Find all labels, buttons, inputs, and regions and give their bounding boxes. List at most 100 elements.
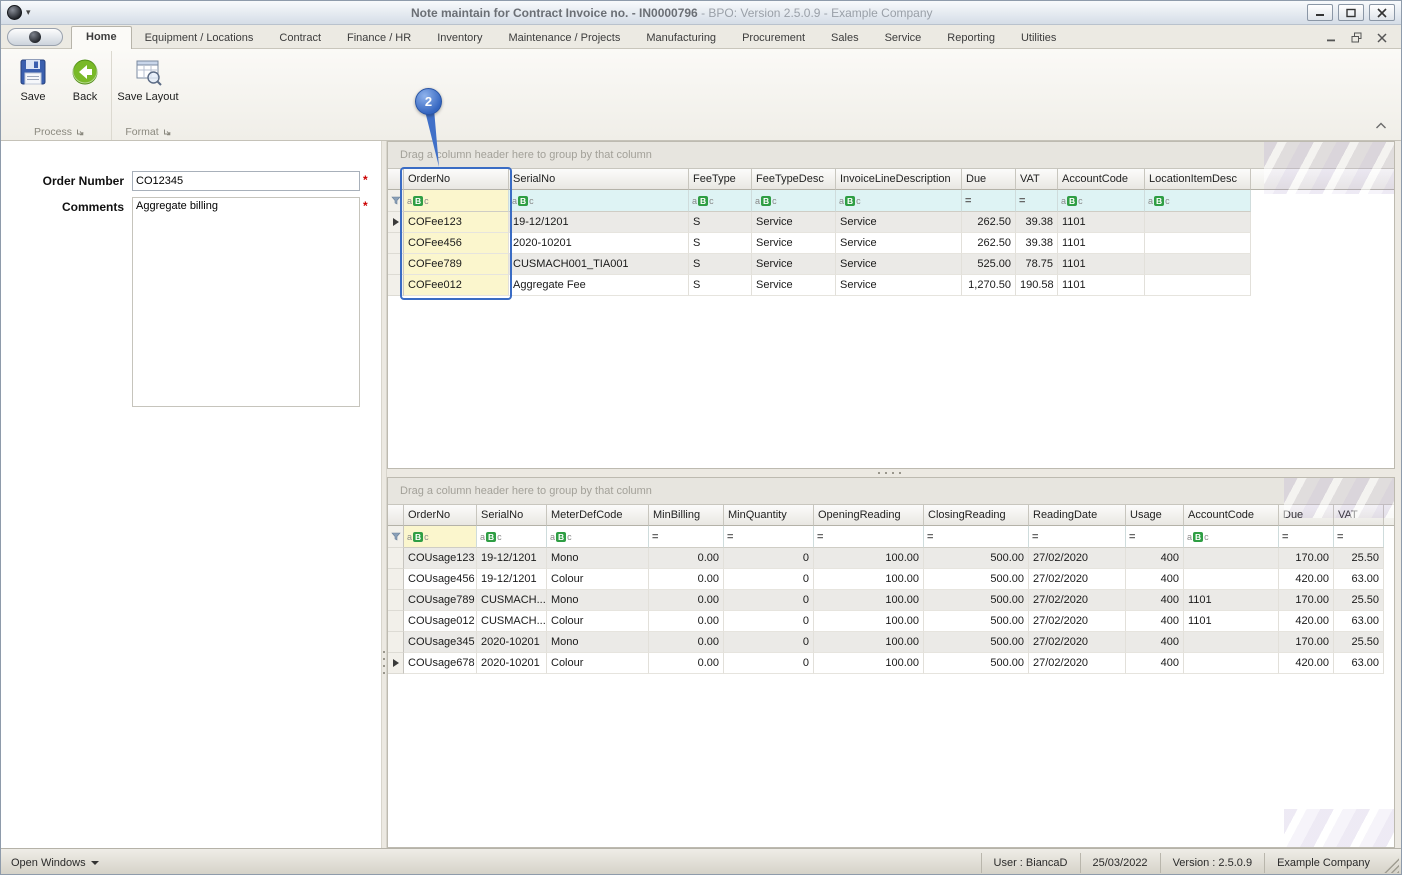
cell[interactable]: Service	[752, 275, 836, 296]
cell[interactable]: COFee789	[404, 254, 509, 275]
cell[interactable]: 170.00	[1279, 548, 1334, 569]
cell[interactable]: 63.00	[1334, 653, 1384, 674]
column-header-minquantity[interactable]: MinQuantity	[724, 505, 814, 526]
column-header-vat[interactable]: VAT	[1334, 505, 1384, 526]
cell[interactable]: Mono	[547, 590, 649, 611]
column-header-serialno[interactable]: SerialNo	[509, 169, 689, 190]
cell[interactable]: 500.00	[924, 632, 1029, 653]
cell[interactable]: 500.00	[924, 611, 1029, 632]
filter-cell-minbilling[interactable]: =	[649, 526, 724, 548]
app-icon[interactable]	[7, 5, 22, 20]
cell[interactable]: 400	[1126, 632, 1184, 653]
cell[interactable]: 0	[724, 590, 814, 611]
cell[interactable]: 27/02/2020	[1029, 632, 1126, 653]
cell[interactable]: 500.00	[924, 569, 1029, 590]
cell[interactable]: COFee012	[404, 275, 509, 296]
cell[interactable]: 25.50	[1334, 548, 1384, 569]
tab-contract[interactable]: Contract	[266, 28, 334, 48]
cell[interactable]: 78.75	[1016, 254, 1058, 275]
filter-cell-openingreading[interactable]: =	[814, 526, 924, 548]
cell[interactable]	[1184, 548, 1279, 569]
column-header-usage[interactable]: Usage	[1126, 505, 1184, 526]
cell[interactable]: 39.38	[1016, 212, 1058, 233]
filter-cell-usage[interactable]: =	[1126, 526, 1184, 548]
cell[interactable]: 170.00	[1279, 632, 1334, 653]
minimize-button[interactable]	[1307, 4, 1333, 21]
cell[interactable]: CUSMACH...	[477, 611, 547, 632]
cell[interactable]: 100.00	[814, 548, 924, 569]
tab-equipment-locations[interactable]: Equipment / Locations	[132, 28, 267, 48]
cell[interactable]: COUsage012	[404, 611, 477, 632]
close-button[interactable]	[1369, 4, 1395, 21]
column-header-locationitemdesc[interactable]: LocationItemDesc	[1145, 169, 1251, 190]
cell[interactable]	[1184, 653, 1279, 674]
column-header-feetype[interactable]: FeeType	[689, 169, 752, 190]
cell[interactable]: COFee456	[404, 233, 509, 254]
cell[interactable]	[1145, 254, 1251, 275]
tab-utilities[interactable]: Utilities	[1008, 28, 1069, 48]
filter-cell-serialno[interactable]: aBc	[477, 526, 547, 548]
cell[interactable]: 525.00	[962, 254, 1016, 275]
tab-reporting[interactable]: Reporting	[934, 28, 1008, 48]
mdi-restore-icon[interactable]	[1351, 32, 1363, 43]
column-header-orderno[interactable]: OrderNo	[404, 169, 509, 190]
filter-cell-accountcode[interactable]: aBc	[1184, 526, 1279, 548]
filter-cell-readingdate[interactable]: =	[1029, 526, 1126, 548]
cell[interactable]: 27/02/2020	[1029, 590, 1126, 611]
filter-cell-invoicelinedescription[interactable]: aBc	[836, 190, 962, 212]
cell[interactable]: Mono	[547, 632, 649, 653]
cell[interactable]: 19-12/1201	[477, 548, 547, 569]
mdi-minimize-icon[interactable]	[1326, 33, 1337, 42]
column-header-minbilling[interactable]: MinBilling	[649, 505, 724, 526]
cell[interactable]: Service	[836, 254, 962, 275]
dialog-launcher-icon[interactable]	[76, 128, 84, 136]
column-header-due[interactable]: Due	[1279, 505, 1334, 526]
cell[interactable]: 0	[724, 632, 814, 653]
cell[interactable]: 262.50	[962, 212, 1016, 233]
cell[interactable]: Service	[836, 212, 962, 233]
cell[interactable]: CUSMACH001_TIA001	[509, 254, 689, 275]
column-header-meterdefcode[interactable]: MeterDefCode	[547, 505, 649, 526]
cell[interactable]	[1184, 569, 1279, 590]
tab-finance-hr[interactable]: Finance / HR	[334, 28, 424, 48]
column-header-closingreading[interactable]: ClosingReading	[924, 505, 1029, 526]
cell[interactable]: COUsage123	[404, 548, 477, 569]
cell[interactable]: 2020-10201	[477, 653, 547, 674]
cell[interactable]: 400	[1126, 569, 1184, 590]
cell[interactable]: COUsage345	[404, 632, 477, 653]
cell[interactable]: S	[689, 233, 752, 254]
cell[interactable]: Service	[836, 275, 962, 296]
quick-access-dropdown-icon[interactable]: ▾	[26, 7, 31, 18]
filter-cell-feetype[interactable]: aBc	[689, 190, 752, 212]
cell[interactable]: 170.00	[1279, 590, 1334, 611]
cell[interactable]: Aggregate Fee	[509, 275, 689, 296]
cell[interactable]: S	[689, 275, 752, 296]
filter-cell-serialno[interactable]: aBc	[509, 190, 689, 212]
cell[interactable]: Service	[836, 233, 962, 254]
column-header-invoicelinedescription[interactable]: InvoiceLineDescription	[836, 169, 962, 190]
column-header-due[interactable]: Due	[962, 169, 1016, 190]
maximize-button[interactable]	[1338, 4, 1364, 21]
cell[interactable]: 27/02/2020	[1029, 548, 1126, 569]
tab-sales[interactable]: Sales	[818, 28, 872, 48]
filter-cell-vat[interactable]: =	[1016, 190, 1058, 212]
cell[interactable]: 1101	[1058, 212, 1145, 233]
cell[interactable]: 100.00	[814, 632, 924, 653]
cell[interactable]: Service	[752, 233, 836, 254]
cell[interactable]: 2020-10201	[509, 233, 689, 254]
cell[interactable]: S	[689, 254, 752, 275]
filter-cell-vat[interactable]: =	[1334, 526, 1384, 548]
cell[interactable]: 400	[1126, 548, 1184, 569]
column-header-openingreading[interactable]: OpeningReading	[814, 505, 924, 526]
cell[interactable]: 0	[724, 569, 814, 590]
cell[interactable]: Colour	[547, 611, 649, 632]
cell[interactable]	[1145, 233, 1251, 254]
filter-cell-orderno[interactable]: aBc	[404, 526, 477, 548]
cell[interactable]: 420.00	[1279, 653, 1334, 674]
cell[interactable]: 262.50	[962, 233, 1016, 254]
cell[interactable]: Service	[752, 254, 836, 275]
filter-cell-feetypedesc[interactable]: aBc	[752, 190, 836, 212]
cell[interactable]: 100.00	[814, 569, 924, 590]
cell[interactable]: 0.00	[649, 569, 724, 590]
resize-grip[interactable]	[1384, 858, 1399, 873]
